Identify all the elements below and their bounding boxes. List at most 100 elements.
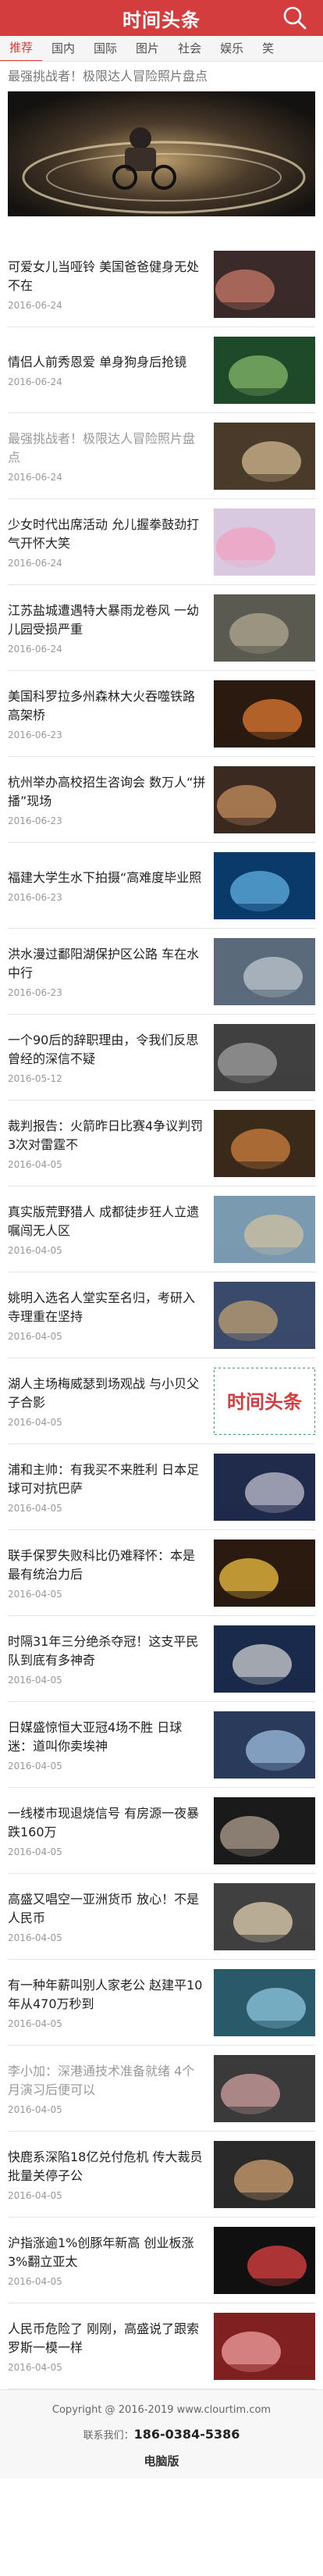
item-title[interactable]: 湖人主场梅威瑟到场观战 与小贝父子合影: [8, 1375, 206, 1412]
site-logo[interactable]: 时间头条: [122, 5, 201, 32]
item-thumbnail[interactable]: [214, 1023, 315, 1091]
item-thumbnail[interactable]: [214, 336, 315, 404]
item-thumbnail[interactable]: [214, 680, 315, 747]
list-item[interactable]: 联手保罗失败科比仍难释怀：本是最有统治力后 2016-04-05: [8, 1530, 315, 1616]
item-thumbnail[interactable]: [214, 1109, 315, 1177]
list-item[interactable]: 高盛又唱空一亚洲货币 放心！不是人民币 2016-04-05: [8, 1874, 315, 1960]
item-thumbnail[interactable]: [214, 508, 315, 576]
list-item[interactable]: 情侣人前秀恩爱 单身狗身后抢镜 2016-06-24: [8, 327, 315, 413]
list-item[interactable]: 快鹿系深陷18亿兑付危机 传大裁员批量关停子公 2016-04-05: [8, 2132, 315, 2217]
tab-1[interactable]: 国内: [42, 36, 84, 61]
item-thumbnail[interactable]: [214, 1281, 315, 1349]
list-item[interactable]: 洪水漫过鄱阳湖保护区公路 车在水中行 2016-06-23: [8, 929, 315, 1015]
item-date: 2016-04-05: [8, 2275, 62, 2287]
item-thumbnail[interactable]: [214, 594, 315, 662]
item-title[interactable]: 有一种年薪叫别人家老公 赵建平10年从470万秒到: [8, 1976, 206, 2014]
item-thumbnail[interactable]: [214, 937, 315, 1005]
item-title[interactable]: 一线楼市现退烧信号 有房源一夜暴跌160万: [8, 1804, 206, 1842]
item-title[interactable]: 洪水漫过鄱阳湖保护区公路 车在水中行: [8, 945, 206, 983]
item-date: 2016-06-24: [8, 643, 62, 655]
item-thumbnail[interactable]: [214, 1453, 315, 1521]
list-item[interactable]: 福建大学生水下拍摄“高难度毕业照 2016-06-23: [8, 843, 315, 929]
item-title[interactable]: 美国科罗拉多州森林大火吞噬铁路高架桥: [8, 687, 206, 725]
item-title[interactable]: 联手保罗失败科比仍难释怀：本是最有统治力后: [8, 1547, 206, 1584]
item-title[interactable]: 日媒盛惊恒大亚冠4场不胜 日球迷：道叫你卖埃神: [8, 1718, 206, 1756]
item-thumbnail[interactable]: [214, 2054, 315, 2122]
list-item[interactable]: 杭州举办高校招生咨询会 数万人“拼播”现场 2016-06-23: [8, 757, 315, 843]
item-thumbnail[interactable]: [214, 2226, 315, 2294]
item-title[interactable]: 一个90后的辞职理由，令我们反思曾经的深信不疑: [8, 1031, 206, 1069]
tab-6[interactable]: 笑: [253, 36, 283, 61]
item-text: 美国科罗拉多州森林大火吞噬铁路高架桥 2016-06-23: [8, 687, 214, 740]
item-thumbnail[interactable]: [214, 765, 315, 833]
item-thumbnail[interactable]: [214, 1711, 315, 1779]
item-thumbnail[interactable]: [214, 250, 315, 318]
list-item[interactable]: 人民币危险了 刚刚，高盛说了跟索罗斯一模一样 2016-04-05: [8, 2303, 315, 2389]
item-thumbnail[interactable]: [214, 2140, 315, 2208]
item-thumbnail[interactable]: [214, 422, 315, 490]
item-title[interactable]: 李小加：深港通技术准备就绪 4个月演习后便可以: [8, 2062, 206, 2100]
item-thumbnail[interactable]: [214, 2312, 315, 2380]
item-thumbnail[interactable]: [214, 851, 315, 919]
item-thumbnail[interactable]: [214, 1539, 315, 1607]
tab-2[interactable]: 国际: [84, 36, 126, 61]
item-thumbnail[interactable]: [214, 1882, 315, 1950]
list-item[interactable]: 一线楼市现退烧信号 有房源一夜暴跌160万 2016-04-05: [8, 1788, 315, 1874]
list-item[interactable]: 有一种年薪叫别人家老公 赵建平10年从470万秒到 2016-04-05: [8, 1960, 315, 2046]
list-item[interactable]: 日媒盛惊恒大亚冠4场不胜 日球迷：道叫你卖埃神 2016-04-05: [8, 1702, 315, 1788]
item-date: 2016-06-24: [8, 557, 62, 569]
featured-title[interactable]: 最强挑战者！极限达人冒险照片盘点: [8, 68, 315, 85]
item-title[interactable]: 真实版荒野猎人 成都徒步狂人立遗嘱闯无人区: [8, 1203, 206, 1240]
list-item[interactable]: 可爱女儿当哑铃 美国爸爸健身无处不在 2016-06-24: [8, 241, 315, 327]
item-title[interactable]: 时隔31年三分绝杀夺冠！这支平民队到底有多神奇: [8, 1632, 206, 1670]
item-thumbnail[interactable]: [214, 1625, 315, 1693]
list-item[interactable]: 最强挑战者！极限达人冒险照片盘点 2016-06-24: [8, 413, 315, 499]
item-thumbnail[interactable]: [214, 1195, 315, 1263]
item-title[interactable]: 裁判报告：火箭昨日比赛4争议判罚 3次对雷霆不: [8, 1117, 206, 1154]
item-text: 一线楼市现退烧信号 有房源一夜暴跌160万 2016-04-05: [8, 1804, 214, 1857]
tab-3[interactable]: 图片: [126, 36, 169, 61]
item-title[interactable]: 福建大学生水下拍摄“高难度毕业照: [8, 869, 206, 887]
list-item[interactable]: 裁判报告：火箭昨日比赛4争议判罚 3次对雷霆不 2016-04-05: [8, 1101, 315, 1186]
tab-0[interactable]: 推荐: [0, 36, 43, 61]
list-item[interactable]: 美国科罗拉多州森林大火吞噬铁路高架桥 2016-06-23: [8, 671, 315, 757]
item-title[interactable]: 江苏盐城遭遇特大暴雨龙卷风 一幼儿园受损严重: [8, 601, 206, 639]
featured-article[interactable]: 最强挑战者！极限达人冒险照片盘点: [0, 62, 323, 241]
contact-phone[interactable]: 186-0384-5386: [134, 2427, 240, 2442]
item-title[interactable]: 情侣人前秀恩爱 单身狗身后抢镜: [8, 353, 206, 372]
list-item[interactable]: 江苏盐城遭遇特大暴雨龙卷风 一幼儿园受损严重 2016-06-24: [8, 585, 315, 671]
item-title[interactable]: 人民币危险了 刚刚，高盛说了跟索罗斯一模一样: [8, 2320, 206, 2357]
item-date: 2016-06-23: [8, 987, 62, 998]
search-icon[interactable]: [282, 5, 307, 30]
list-item[interactable]: 浦和主帅：有我买不来胜利 日本足球可对抗巴萨 2016-04-05: [8, 1444, 315, 1530]
list-item[interactable]: 真实版荒野猎人 成都徒步狂人立遗嘱闯无人区 2016-04-05: [8, 1186, 315, 1272]
item-title[interactable]: 少女时代出席活动 允儿握拳鼓劲打气开怀大笑: [8, 516, 206, 553]
item-title[interactable]: 浦和主帅：有我买不来胜利 日本足球可对抗巴萨: [8, 1461, 206, 1498]
list-item[interactable]: 沪指涨逾1%创豚年新高 创业板涨3%翻立亚太 2016-04-05: [8, 2217, 315, 2303]
list-item[interactable]: 时隔31年三分绝杀夺冠！这支平民队到底有多神奇 2016-04-05: [8, 1616, 315, 1702]
item-title[interactable]: 高盛又唱空一亚洲货币 放心！不是人民币: [8, 1890, 206, 1928]
list-item[interactable]: 李小加：深港通技术准备就绪 4个月演习后便可以 2016-04-05: [8, 2046, 315, 2132]
item-text: 少女时代出席活动 允儿握拳鼓劲打气开怀大笑 2016-06-24: [8, 516, 214, 569]
item-title[interactable]: 最强挑战者！极限达人冒险照片盘点: [8, 430, 206, 467]
item-thumbnail[interactable]: 时间头条: [214, 1367, 315, 1435]
item-text: 沪指涨逾1%创豚年新高 创业板涨3%翻立亚太 2016-04-05: [8, 2234, 214, 2287]
news-list: 可爱女儿当哑铃 美国爸爸健身无处不在 2016-06-24 情侣人前秀恩爱 单身狗身…: [0, 241, 323, 2389]
item-title[interactable]: 姚明入选名人堂实至名归，考研入寺理重在坚持: [8, 1289, 206, 1326]
item-title[interactable]: 可爱女儿当哑铃 美国爸爸健身无处不在: [8, 258, 206, 295]
tab-5[interactable]: 娱乐: [211, 36, 253, 61]
item-date: 2016-06-24: [8, 376, 62, 387]
list-item[interactable]: 湖人主场梅威瑟到场观战 与小贝父子合影 2016-04-05 时间头条: [8, 1358, 315, 1444]
tab-4[interactable]: 社会: [169, 36, 211, 61]
desktop-version-link[interactable]: 电脑版: [144, 2453, 179, 2469]
item-thumbnail[interactable]: [214, 1968, 315, 2036]
item-date: 2016-04-05: [8, 2189, 62, 2201]
featured-image[interactable]: [8, 91, 315, 216]
list-item[interactable]: 姚明入选名人堂实至名归，考研入寺理重在坚持 2016-04-05: [8, 1272, 315, 1358]
item-title[interactable]: 杭州举办高校招生咨询会 数万人“拼播”现场: [8, 773, 206, 811]
list-item[interactable]: 一个90后的辞职理由，令我们反思曾经的深信不疑 2016-05-12: [8, 1015, 315, 1101]
item-title[interactable]: 沪指涨逾1%创豚年新高 创业板涨3%翻立亚太: [8, 2234, 206, 2271]
list-item[interactable]: 少女时代出席活动 允儿握拳鼓劲打气开怀大笑 2016-06-24: [8, 499, 315, 585]
item-title[interactable]: 快鹿系深陷18亿兑付危机 传大裁员批量关停子公: [8, 2148, 206, 2185]
item-thumbnail[interactable]: [214, 1796, 315, 1864]
